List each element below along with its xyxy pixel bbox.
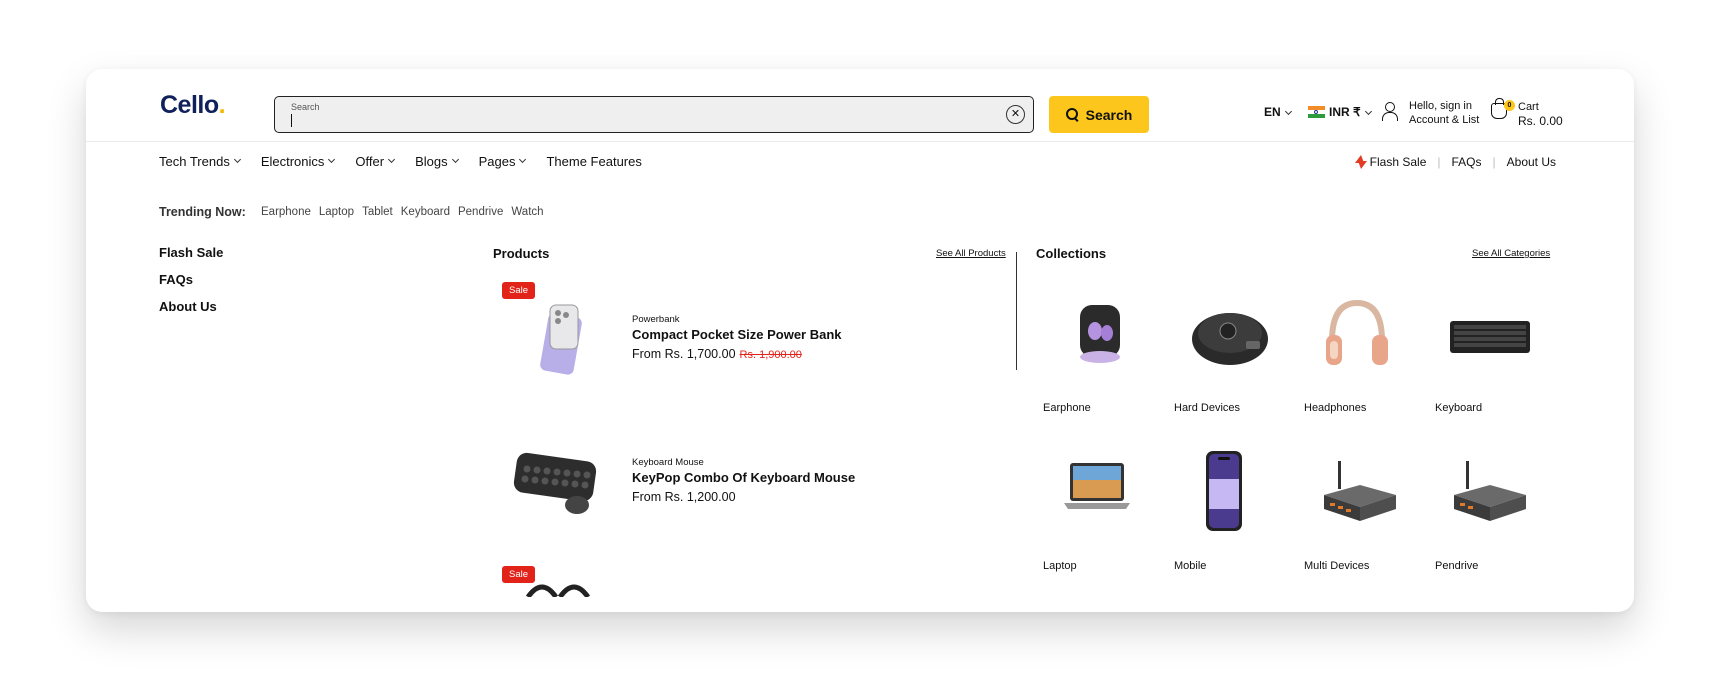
multi-devices-collection-image[interactable]	[1318, 461, 1398, 527]
collection-label[interactable]: Multi Devices	[1304, 560, 1369, 572]
product-image[interactable]	[526, 577, 596, 597]
chevron-down-icon	[451, 155, 459, 164]
collection-label[interactable]: Laptop	[1043, 560, 1077, 572]
language-selector[interactable]: EN	[1264, 105, 1292, 119]
site-header: Cello. Search ✕ Search EN INR ₹ Hello, s…	[86, 69, 1634, 142]
trending-label: Trending Now:	[159, 205, 246, 219]
cart-count-badge: 0	[1504, 100, 1515, 111]
headphones-collection-image[interactable]	[1322, 297, 1392, 377]
site-logo[interactable]: Cello.	[160, 91, 226, 120]
cart-total: Rs. 0.00	[1518, 114, 1563, 128]
chevron-down-icon	[1364, 107, 1372, 116]
see-all-categories-link[interactable]: See All Categories	[1472, 248, 1550, 259]
product-price-row: From Rs. 1,700.00 Rs. 1,900.00	[632, 347, 802, 361]
cart-label: Cart	[1518, 101, 1539, 113]
main-nav: Tech Trends Electronics Offer Blogs Page…	[159, 154, 642, 169]
search-icon	[1065, 108, 1079, 121]
text-caret	[291, 114, 292, 127]
chevron-down-icon	[233, 155, 241, 164]
earphone-collection-image[interactable]	[1070, 299, 1130, 369]
trending-item[interactable]: Tablet	[362, 206, 393, 218]
trending-item[interactable]: Laptop	[319, 206, 354, 218]
products-heading: Products	[493, 246, 550, 261]
chevron-down-icon	[328, 155, 336, 164]
trending-item[interactable]: Keyboard	[401, 206, 450, 218]
chevron-down-icon	[519, 155, 527, 164]
nav-item-electronics[interactable]: Electronics	[260, 154, 336, 169]
collection-label[interactable]: Headphones	[1304, 402, 1366, 414]
hard-devices-collection-image[interactable]	[1188, 301, 1272, 371]
trending-item[interactable]: Earphone	[261, 206, 311, 218]
search-button[interactable]: Search	[1049, 96, 1149, 133]
nav-item-blogs[interactable]: Blogs	[415, 154, 459, 169]
collection-label[interactable]: Hard Devices	[1174, 402, 1240, 414]
collection-label[interactable]: Mobile	[1174, 560, 1206, 572]
nav-label: Blogs	[415, 154, 448, 169]
product-price: From Rs. 1,200.00	[632, 490, 736, 504]
mega-menu-card: Cello. Search ✕ Search EN INR ₹ Hello, s…	[86, 69, 1634, 612]
product-category: Keyboard Mouse	[632, 457, 704, 468]
product-title[interactable]: Compact Pocket Size Power Bank	[632, 327, 842, 342]
logo-dot: .	[218, 91, 226, 119]
see-all-products-link[interactable]: See All Products	[936, 248, 1006, 259]
lightning-icon	[1354, 155, 1367, 169]
india-flag-icon	[1308, 106, 1325, 118]
trending-item[interactable]: Pendrive	[458, 206, 503, 218]
search-placeholder: Search	[291, 102, 320, 112]
product-title[interactable]: KeyPop Combo Of Keyboard Mouse	[632, 470, 855, 485]
search-button-label: Search	[1085, 106, 1133, 123]
nav-item-offer[interactable]: Offer	[355, 154, 396, 169]
language-label: EN	[1264, 105, 1281, 119]
collection-label[interactable]: Keyboard	[1435, 402, 1482, 414]
search-input[interactable]: Search ✕	[274, 96, 1034, 133]
currency-selector[interactable]: INR ₹	[1308, 105, 1372, 119]
mobile-collection-image[interactable]	[1202, 449, 1246, 533]
nav-flash-sale[interactable]: Flash Sale	[1370, 155, 1427, 169]
user-icon[interactable]	[1382, 102, 1398, 121]
section-divider	[1016, 252, 1017, 370]
link-flash-sale[interactable]: Flash Sale	[159, 245, 223, 260]
account-list-label: Account & List	[1409, 114, 1480, 126]
keyboard-collection-image[interactable]	[1448, 317, 1532, 357]
product-category: Powerbank	[632, 314, 680, 325]
nav-label: Pages	[478, 154, 516, 169]
cart-link[interactable]: Cart Rs. 0.00	[1518, 100, 1563, 128]
account-link[interactable]: Hello, sign in Account & List	[1409, 99, 1479, 127]
chevron-down-icon	[388, 155, 396, 164]
nav-label: Offer	[355, 154, 385, 169]
collections-heading: Collections	[1036, 246, 1107, 261]
sale-badge: Sale	[502, 282, 536, 299]
link-about-us[interactable]: About Us	[159, 299, 223, 314]
nav-item-theme-features[interactable]: Theme Features	[546, 154, 641, 169]
nav-about-us[interactable]: About Us	[1507, 155, 1556, 169]
account-greeting: Hello, sign in	[1409, 100, 1472, 112]
nav-label: Electronics	[260, 154, 325, 169]
link-faqs[interactable]: FAQs	[159, 272, 223, 287]
trending-item[interactable]: Watch	[511, 206, 543, 218]
currency-label: INR ₹	[1329, 105, 1361, 119]
collection-label[interactable]: Earphone	[1043, 402, 1091, 414]
pendrive-collection-image[interactable]	[1448, 461, 1528, 527]
chevron-down-icon	[1284, 107, 1292, 116]
power-bank-image[interactable]	[526, 301, 596, 381]
product-old-price: Rs. 1,900.00	[739, 349, 802, 361]
nav-divider: |	[1492, 155, 1496, 169]
clear-search-button[interactable]: ✕	[1006, 105, 1025, 124]
laptop-collection-image[interactable]	[1060, 459, 1134, 519]
trending-list: Earphone Laptop Tablet Keyboard Pendrive…	[261, 206, 544, 218]
secondary-nav: Flash Sale | FAQs | About Us	[1354, 155, 1556, 169]
nav-item-pages[interactable]: Pages	[478, 154, 527, 169]
nav-label: Theme Features	[546, 154, 642, 169]
product-price: From Rs. 1,700.00	[632, 347, 736, 361]
quick-links: Flash Sale FAQs About Us	[159, 245, 223, 314]
page-stage: Cello. Search ✕ Search EN INR ₹ Hello, s…	[0, 0, 1720, 680]
nav-label: Tech Trends	[159, 154, 230, 169]
collection-label[interactable]: Pendrive	[1435, 560, 1478, 572]
logo-text: Cello	[160, 91, 219, 119]
keyboard-mouse-image[interactable]	[511, 449, 601, 519]
nav-item-tech-trends[interactable]: Tech Trends	[159, 154, 241, 169]
nav-faqs[interactable]: FAQs	[1452, 155, 1482, 169]
nav-divider: |	[1437, 155, 1441, 169]
